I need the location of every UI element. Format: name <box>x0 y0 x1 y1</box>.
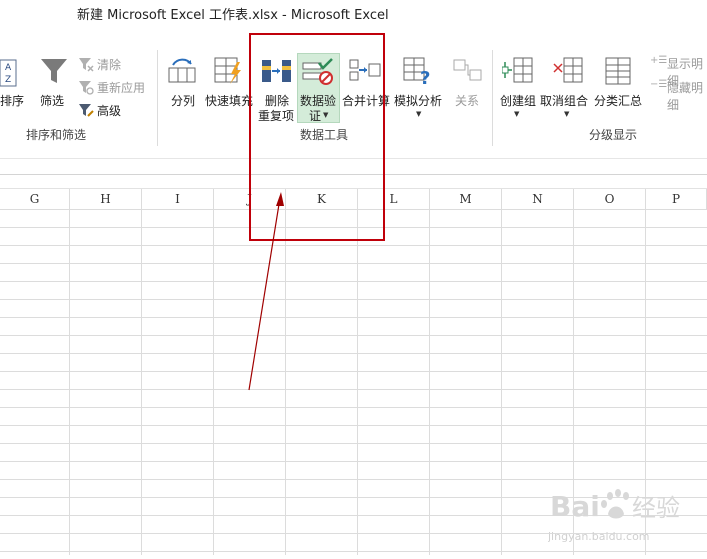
column-header-p[interactable]: P <box>646 189 707 209</box>
window-title: 新建 Microsoft Excel 工作表.xlsx - Microsoft … <box>77 8 389 23</box>
reapply-label: 重新应用 <box>97 81 146 95</box>
reapply-button[interactable]: 重新应用 <box>78 79 150 95</box>
clear-filter-icon <box>79 58 94 72</box>
separator <box>492 50 493 146</box>
text-to-columns-button[interactable]: 分列 <box>165 56 201 108</box>
outline-group-label: 分级显示 <box>589 128 638 142</box>
column-header-h[interactable]: H <box>70 189 142 209</box>
dropdown-arrow-icon: ▼ <box>416 110 422 118</box>
column-header-g[interactable]: G <box>0 189 70 209</box>
highlight-box <box>249 33 385 241</box>
hide-detail-label: 隐藏明细 <box>667 81 704 112</box>
sort-label: 排序 <box>0 94 25 108</box>
text-to-columns-label: 分列 <box>171 94 196 108</box>
subtotal-icon <box>605 57 631 85</box>
column-header-m[interactable]: M <box>430 189 502 209</box>
relationships-label: 关系 <box>455 94 480 108</box>
what-if-analysis-button[interactable]: ? 模拟分析 ▼ <box>394 56 444 118</box>
watermark-line3: jingyan.baidu.com <box>548 530 650 543</box>
sort-button[interactable]: A Z 排序 <box>0 56 24 108</box>
svg-text:?: ? <box>420 68 430 86</box>
baidu-watermark: Bai 经验 jingyan.baidu.com <box>547 482 707 555</box>
clear-button[interactable]: 清除 <box>78 56 148 72</box>
subtotal-label: 分类汇总 <box>594 94 643 108</box>
dropdown-arrow-icon: ▼ <box>514 110 520 118</box>
relationships-button[interactable]: 关系 <box>450 56 486 108</box>
column-header-i[interactable]: I <box>142 189 214 209</box>
hide-detail-button[interactable]: −☰ 隐藏明细 <box>650 79 707 112</box>
filter-label: 筛选 <box>40 94 65 108</box>
show-detail-button[interactable]: +☰ 显示明细 <box>650 55 707 88</box>
show-detail-icon: +☰ <box>650 55 668 66</box>
group-icon <box>502 57 533 83</box>
flash-fill-icon <box>214 57 241 84</box>
hide-detail-icon: −☰ <box>650 79 668 90</box>
funnel-icon <box>41 59 67 83</box>
filter-button[interactable]: 筛选 <box>36 56 72 108</box>
column-header-o[interactable]: O <box>574 189 646 209</box>
what-if-analysis-label: 模拟分析 <box>394 94 443 108</box>
sort-az-icon: A Z <box>0 59 17 87</box>
watermark-line1: Bai <box>550 490 600 523</box>
svg-text:A: A <box>5 63 12 73</box>
group-label: 创建组 <box>500 94 537 108</box>
text-to-columns-icon <box>168 58 196 83</box>
what-if-analysis-icon: ? <box>403 57 430 86</box>
dropdown-arrow-icon: ▼ <box>564 110 570 118</box>
reapply-filter-icon <box>79 81 94 95</box>
flash-fill-label: 快速填充 <box>205 94 254 108</box>
svg-text:Z: Z <box>5 75 11 85</box>
title-bar: 新建 Microsoft Excel 工作表.xlsx - Microsoft … <box>0 0 707 26</box>
clear-label: 清除 <box>97 58 122 72</box>
ungroup-label: 取消组合 <box>540 94 589 108</box>
flash-fill-button[interactable]: 快速填充 <box>203 56 255 108</box>
advanced-filter-button[interactable]: 高级 <box>78 102 128 118</box>
column-header-n[interactable]: N <box>502 189 574 209</box>
separator <box>157 50 158 146</box>
group-button[interactable]: 创建组 ▼ <box>498 56 538 118</box>
sort-filter-group-label: 排序和筛选 <box>26 128 87 142</box>
baidu-logo-icon: Bai 经验 jingyan.baidu.com <box>547 489 680 543</box>
advanced-filter-icon <box>79 104 94 117</box>
ungroup-icon <box>553 57 583 83</box>
subtotal-button[interactable]: 分类汇总 <box>594 56 644 108</box>
ungroup-button[interactable]: 取消组合 ▼ <box>540 56 592 118</box>
watermark-line2: 经验 <box>632 494 680 522</box>
advanced-label: 高级 <box>97 104 122 118</box>
relationships-icon <box>453 59 482 81</box>
